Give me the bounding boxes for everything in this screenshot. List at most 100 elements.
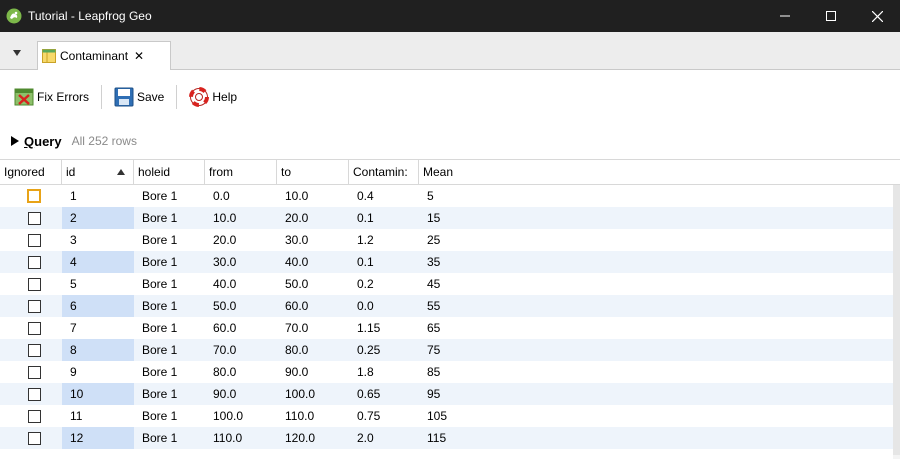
cell-contaminant[interactable]: 0.2 [349, 273, 419, 295]
scrollbar-thumb[interactable] [893, 185, 900, 455]
cell-id[interactable]: 5 [62, 273, 134, 295]
cell-mean[interactable]: 95 [419, 383, 519, 405]
ignored-checkbox[interactable] [28, 410, 41, 423]
cell-to[interactable]: 60.0 [277, 295, 349, 317]
ignored-checkbox[interactable] [28, 256, 41, 269]
ignored-checkbox[interactable] [27, 189, 41, 203]
cell-from[interactable]: 0.0 [205, 185, 277, 207]
cell-holeid[interactable]: Bore 1 [134, 427, 205, 449]
cell-id[interactable]: 10 [62, 383, 134, 405]
cell-mean[interactable]: 115 [419, 427, 519, 449]
column-header-to[interactable]: to [277, 160, 349, 185]
column-header-contaminant[interactable]: Contamin: [349, 160, 419, 185]
cell-holeid[interactable]: Bore 1 [134, 185, 205, 207]
column-header-mean[interactable]: Mean [419, 160, 893, 185]
cell-mean[interactable]: 65 [419, 317, 519, 339]
help-button[interactable]: Help [185, 83, 241, 111]
cell-contaminant[interactable]: 0.75 [349, 405, 419, 427]
column-header-from[interactable]: from [205, 160, 277, 185]
tab-list-dropdown[interactable] [6, 44, 28, 62]
cell-to[interactable]: 30.0 [277, 229, 349, 251]
cell-contaminant[interactable]: 1.15 [349, 317, 419, 339]
table-row[interactable]: 8 Bore 1 70.0 80.0 0.25 75 [0, 339, 893, 361]
table-row[interactable]: 11 Bore 1 100.0 110.0 0.75 105 [0, 405, 893, 427]
cell-holeid[interactable]: Bore 1 [134, 405, 205, 427]
cell-from[interactable]: 80.0 [205, 361, 277, 383]
ignored-checkbox[interactable] [28, 278, 41, 291]
cell-mean[interactable]: 75 [419, 339, 519, 361]
ignored-checkbox[interactable] [28, 300, 41, 313]
cell-to[interactable]: 120.0 [277, 427, 349, 449]
cell-mean[interactable]: 15 [419, 207, 519, 229]
cell-id[interactable]: 12 [62, 427, 134, 449]
cell-contaminant[interactable]: 0.1 [349, 207, 419, 229]
vertical-scrollbar[interactable] [893, 185, 900, 459]
cell-to[interactable]: 20.0 [277, 207, 349, 229]
ignored-checkbox[interactable] [28, 432, 41, 445]
cell-mean[interactable]: 35 [419, 251, 519, 273]
table-row[interactable]: 4 Bore 1 30.0 40.0 0.1 35 [0, 251, 893, 273]
table-row[interactable]: 9 Bore 1 80.0 90.0 1.8 85 [0, 361, 893, 383]
cell-id[interactable]: 7 [62, 317, 134, 339]
cell-to[interactable]: 10.0 [277, 185, 349, 207]
ignored-checkbox[interactable] [28, 344, 41, 357]
cell-from[interactable]: 60.0 [205, 317, 277, 339]
table-row[interactable]: 2 Bore 1 10.0 20.0 0.1 15 [0, 207, 893, 229]
table-row[interactable]: 6 Bore 1 50.0 60.0 0.0 55 [0, 295, 893, 317]
table-row[interactable]: 5 Bore 1 40.0 50.0 0.2 45 [0, 273, 893, 295]
cell-contaminant[interactable]: 2.0 [349, 427, 419, 449]
ignored-checkbox[interactable] [28, 388, 41, 401]
cell-from[interactable]: 100.0 [205, 405, 277, 427]
cell-to[interactable]: 110.0 [277, 405, 349, 427]
cell-contaminant[interactable]: 0.0 [349, 295, 419, 317]
cell-from[interactable]: 50.0 [205, 295, 277, 317]
cell-mean[interactable]: 25 [419, 229, 519, 251]
table-row[interactable]: 12 Bore 1 110.0 120.0 2.0 115 [0, 427, 893, 449]
cell-to[interactable]: 80.0 [277, 339, 349, 361]
cell-holeid[interactable]: Bore 1 [134, 273, 205, 295]
minimize-button[interactable] [762, 0, 808, 32]
cell-to[interactable]: 90.0 [277, 361, 349, 383]
cell-from[interactable]: 90.0 [205, 383, 277, 405]
cell-holeid[interactable]: Bore 1 [134, 339, 205, 361]
cell-contaminant[interactable]: 0.1 [349, 251, 419, 273]
cell-from[interactable]: 20.0 [205, 229, 277, 251]
cell-holeid[interactable]: Bore 1 [134, 317, 205, 339]
ignored-checkbox[interactable] [28, 322, 41, 335]
column-header-holeid[interactable]: holeid [134, 160, 205, 185]
cell-mean[interactable]: 55 [419, 295, 519, 317]
cell-from[interactable]: 110.0 [205, 427, 277, 449]
cell-from[interactable]: 40.0 [205, 273, 277, 295]
column-header-id[interactable]: id [62, 160, 134, 185]
cell-from[interactable]: 30.0 [205, 251, 277, 273]
tab-close-icon[interactable]: ✕ [133, 49, 145, 63]
fix-errors-button[interactable]: Fix Errors [10, 83, 93, 111]
cell-id[interactable]: 4 [62, 251, 134, 273]
cell-id[interactable]: 6 [62, 295, 134, 317]
cell-from[interactable]: 70.0 [205, 339, 277, 361]
cell-to[interactable]: 40.0 [277, 251, 349, 273]
expand-arrow-icon[interactable] [10, 136, 20, 146]
cell-contaminant[interactable]: 0.4 [349, 185, 419, 207]
table-row[interactable]: 3 Bore 1 20.0 30.0 1.2 25 [0, 229, 893, 251]
cell-id[interactable]: 1 [62, 185, 134, 207]
cell-mean[interactable]: 85 [419, 361, 519, 383]
cell-id[interactable]: 9 [62, 361, 134, 383]
cell-contaminant[interactable]: 0.25 [349, 339, 419, 361]
query-toggle[interactable]: Query [24, 134, 62, 149]
cell-holeid[interactable]: Bore 1 [134, 361, 205, 383]
ignored-checkbox[interactable] [28, 234, 41, 247]
close-button[interactable] [854, 0, 900, 32]
cell-from[interactable]: 10.0 [205, 207, 277, 229]
save-button[interactable]: Save [110, 83, 168, 111]
ignored-checkbox[interactable] [28, 212, 41, 225]
cell-to[interactable]: 70.0 [277, 317, 349, 339]
cell-contaminant[interactable]: 1.2 [349, 229, 419, 251]
cell-mean[interactable]: 105 [419, 405, 519, 427]
column-header-ignored[interactable]: Ignored [0, 160, 62, 185]
cell-id[interactable]: 3 [62, 229, 134, 251]
cell-contaminant[interactable]: 1.8 [349, 361, 419, 383]
table-row[interactable]: 7 Bore 1 60.0 70.0 1.15 65 [0, 317, 893, 339]
cell-holeid[interactable]: Bore 1 [134, 229, 205, 251]
cell-to[interactable]: 100.0 [277, 383, 349, 405]
